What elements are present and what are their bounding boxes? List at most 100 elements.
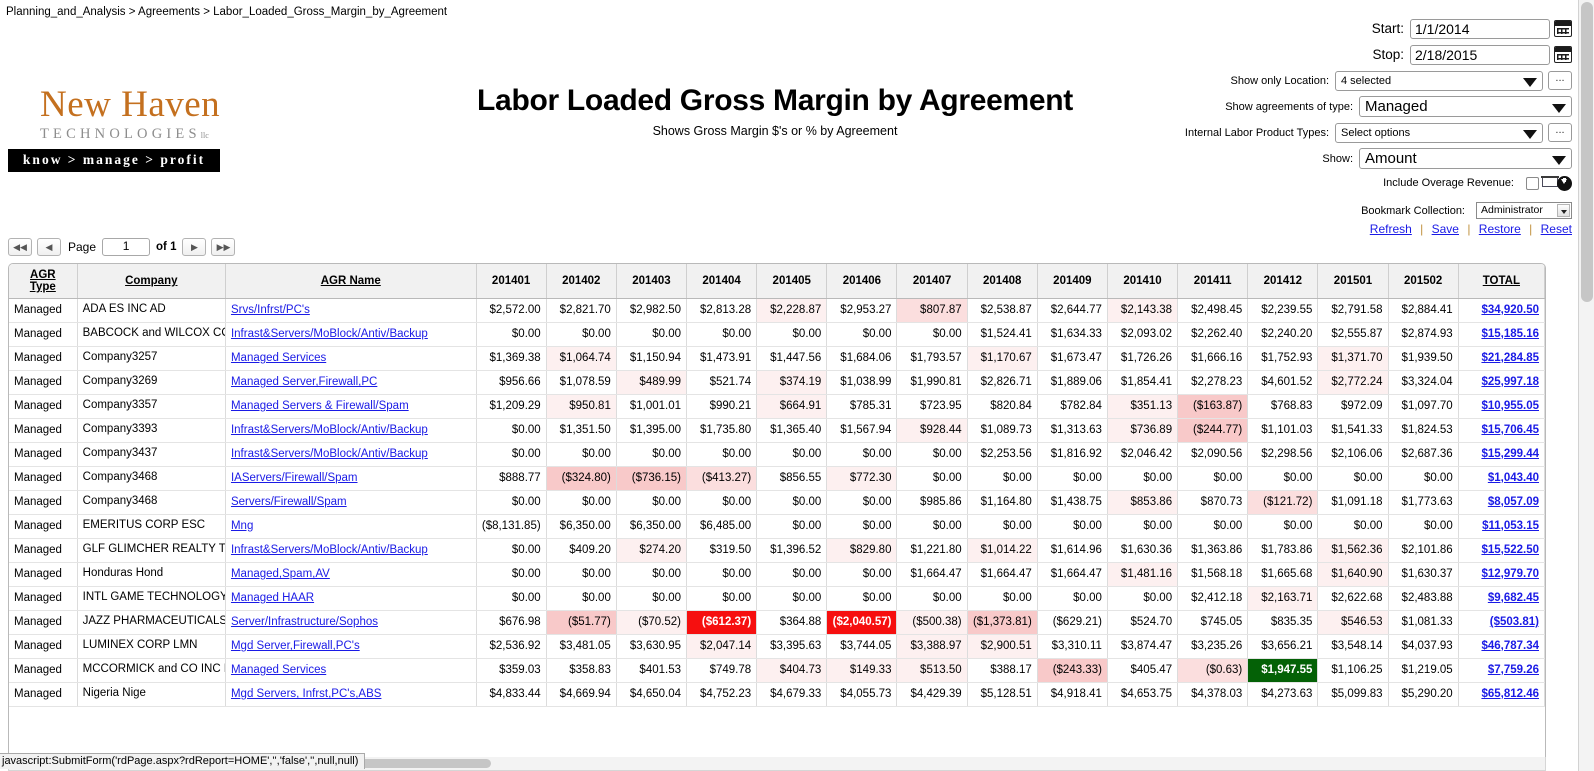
column-header-201406[interactable]: 201406 — [826, 264, 898, 299]
cell-agr-type: Managed — [9, 490, 78, 515]
total-link[interactable]: $9,682.45 — [1488, 592, 1539, 604]
cell-amount: $5,128.51 — [967, 682, 1038, 707]
internal-labor-select[interactable]: Select options — [1335, 122, 1543, 143]
total-link[interactable]: $8,057.09 — [1488, 496, 1539, 508]
save-link[interactable]: Save — [1432, 222, 1459, 236]
agr-name-link[interactable]: Managed,Spam,AV — [231, 568, 330, 580]
agr-name-link[interactable]: Infrast&Servers/MoBlock/Antiv/Backup — [231, 448, 428, 460]
calendar-icon[interactable] — [1554, 20, 1572, 37]
total-link[interactable]: $34,920.50 — [1481, 304, 1539, 316]
cell-amount: $676.98 — [476, 610, 547, 635]
agr-name-link[interactable]: Managed Servers & Firewall/Spam — [231, 400, 409, 412]
column-header-201411[interactable]: 201411 — [1177, 264, 1249, 299]
total-link[interactable]: $7,759.26 — [1488, 664, 1539, 676]
vertical-scrollbar-thumb[interactable] — [1581, 2, 1593, 302]
first-page-button[interactable]: ◀◀ — [8, 238, 32, 256]
total-link[interactable]: $15,185.16 — [1481, 328, 1539, 340]
agr-name-link[interactable]: Infrast&Servers/MoBlock/Antiv/Backup — [231, 544, 428, 556]
agr-name-link[interactable]: Managed Services — [231, 352, 326, 364]
column-header-201404[interactable]: 201404 — [686, 264, 758, 299]
reset-link[interactable]: Reset — [1541, 222, 1572, 236]
internal-labor-more-button[interactable]: ... — [1548, 123, 1572, 142]
stop-date-input[interactable]: 2/18/2015 — [1410, 44, 1550, 65]
cell-amount: $1,473.91 — [686, 346, 758, 371]
cell-amount: $1,395.00 — [616, 418, 688, 443]
agr-name-link[interactable]: Managed Services — [231, 664, 326, 676]
table-row: ManagedJAZZ PHARMACEUTICALS PL JA Server/… — [9, 609, 1545, 635]
overage-revenue-label: Include Overage Revenue: — [1383, 177, 1514, 189]
report-table-container[interactable]: AGR Type Company AGR Name 201401 201402 201403… — [8, 263, 1546, 763]
page-title: Labor Loaded Gross Margin by Agreement — [477, 84, 1073, 117]
location-filter-more-button[interactable]: ... — [1548, 71, 1572, 90]
agr-name-link[interactable]: Server/Infrastructure/Sophos — [231, 616, 378, 628]
overage-revenue-checkbox[interactable] — [1526, 176, 1539, 190]
start-date-input[interactable]: 1/1/2014 — [1410, 18, 1550, 39]
cell-amount: $1,990.81 — [896, 370, 968, 395]
total-link[interactable]: $21,284.85 — [1481, 352, 1539, 364]
agr-name-link[interactable]: Servers/Firewall/Spam — [231, 496, 347, 508]
cell-amount: $0.00 — [476, 562, 547, 587]
table-row: Managed MCCORMICK and CO INC M Managed Ser… — [9, 657, 1545, 683]
agr-name-link[interactable]: Managed HAAR — [231, 592, 314, 604]
total-link[interactable]: $1,043.40 — [1488, 472, 1539, 484]
column-header-201401[interactable]: 201401 — [476, 264, 547, 299]
page-number-input[interactable]: 1 — [102, 238, 151, 256]
column-header-201412[interactable]: 201412 — [1247, 264, 1319, 299]
column-header-total[interactable]: TOTAL — [1458, 264, 1545, 299]
restore-link[interactable]: Restore — [1479, 222, 1521, 236]
total-link[interactable]: $65,812.46 — [1481, 688, 1539, 700]
agr-name-link[interactable]: Infrast&Servers/MoBlock/Antiv/Backup — [231, 328, 428, 340]
prev-page-button[interactable]: ◀ — [37, 238, 61, 256]
location-filter-select[interactable]: 4 selected — [1335, 70, 1543, 91]
total-link[interactable]: $10,955.05 — [1481, 400, 1539, 412]
agr-name-link[interactable]: Infrast&Servers/MoBlock/Antiv/Backup — [231, 424, 428, 436]
total-link[interactable]: $15,299.44 — [1481, 448, 1539, 460]
cell-amount: $0.00 — [476, 490, 547, 515]
column-header-201407[interactable]: 201407 — [896, 264, 968, 299]
column-header-201502[interactable]: 201502 — [1388, 264, 1459, 299]
agr-name-link[interactable]: Mgd Servers, Infrst,PC's,ABS — [231, 688, 381, 700]
vertical-scrollbar[interactable] — [1578, 0, 1594, 771]
agr-name-link[interactable]: Srvs/Infrst/PC's — [231, 304, 310, 316]
cell-amount: $1,164.80 — [967, 490, 1038, 515]
agr-name-link[interactable]: Mgd Server,Firewall,PC's — [231, 640, 360, 652]
column-header-201402[interactable]: 201402 — [546, 264, 617, 299]
cell-total: $8,057.09 — [1457, 489, 1545, 515]
next-page-button[interactable]: ▶ — [182, 238, 207, 256]
total-link[interactable]: $25,997.18 — [1481, 376, 1539, 388]
column-header-201405[interactable]: 201405 — [756, 264, 828, 299]
calendar-icon[interactable] — [1554, 46, 1572, 63]
column-header-201403[interactable]: 201403 — [616, 264, 688, 299]
agr-name-link[interactable]: Mng — [231, 520, 253, 532]
cell-amount: $0.00 — [686, 562, 758, 587]
column-header-201409[interactable]: 201409 — [1037, 264, 1108, 299]
column-header-agr-type[interactable]: AGR Type — [9, 264, 78, 299]
agr-name-link[interactable]: Managed Server,Firewall,PC — [231, 376, 377, 388]
last-page-button[interactable]: ▶▶ — [211, 238, 236, 256]
agr-name-link[interactable]: IAServers/Firewall/Spam — [231, 472, 358, 484]
total-link[interactable]: $15,522.50 — [1481, 544, 1539, 556]
cell-amount: $4,653.75 — [1107, 682, 1179, 707]
agreement-type-value: Managed — [1365, 98, 1428, 115]
total-link[interactable]: ($503.81) — [1490, 616, 1539, 628]
cell-amount: $1,664.47 — [896, 562, 968, 587]
column-header-company[interactable]: Company — [77, 264, 226, 299]
column-header-label: 201407 — [912, 274, 952, 287]
column-header-201408[interactable]: 201408 — [967, 264, 1038, 299]
column-header-201410[interactable]: 201410 — [1107, 264, 1179, 299]
column-header-201501[interactable]: 201501 — [1317, 264, 1389, 299]
cell-total: $12,979.70 — [1457, 561, 1545, 587]
total-link[interactable]: $15,706.45 — [1481, 424, 1539, 436]
total-link[interactable]: $46,787.34 — [1481, 640, 1539, 652]
total-link[interactable]: $12,979.70 — [1481, 568, 1539, 580]
bookmark-collection-value: Administrator — [1481, 204, 1543, 216]
cell-amount: $0.00 — [756, 586, 828, 611]
cell-amount: $0.00 — [1107, 466, 1179, 491]
refresh-link[interactable]: Refresh — [1370, 222, 1412, 236]
total-link[interactable]: $11,053.15 — [1482, 520, 1539, 532]
column-header-agr-name[interactable]: AGR Name — [225, 264, 477, 299]
agreement-type-select[interactable]: Managed — [1359, 96, 1572, 117]
download-icon[interactable] — [1557, 175, 1572, 191]
show-measure-select[interactable]: Amount — [1359, 148, 1572, 169]
bookmark-collection-select[interactable]: Administrator — [1476, 202, 1572, 219]
